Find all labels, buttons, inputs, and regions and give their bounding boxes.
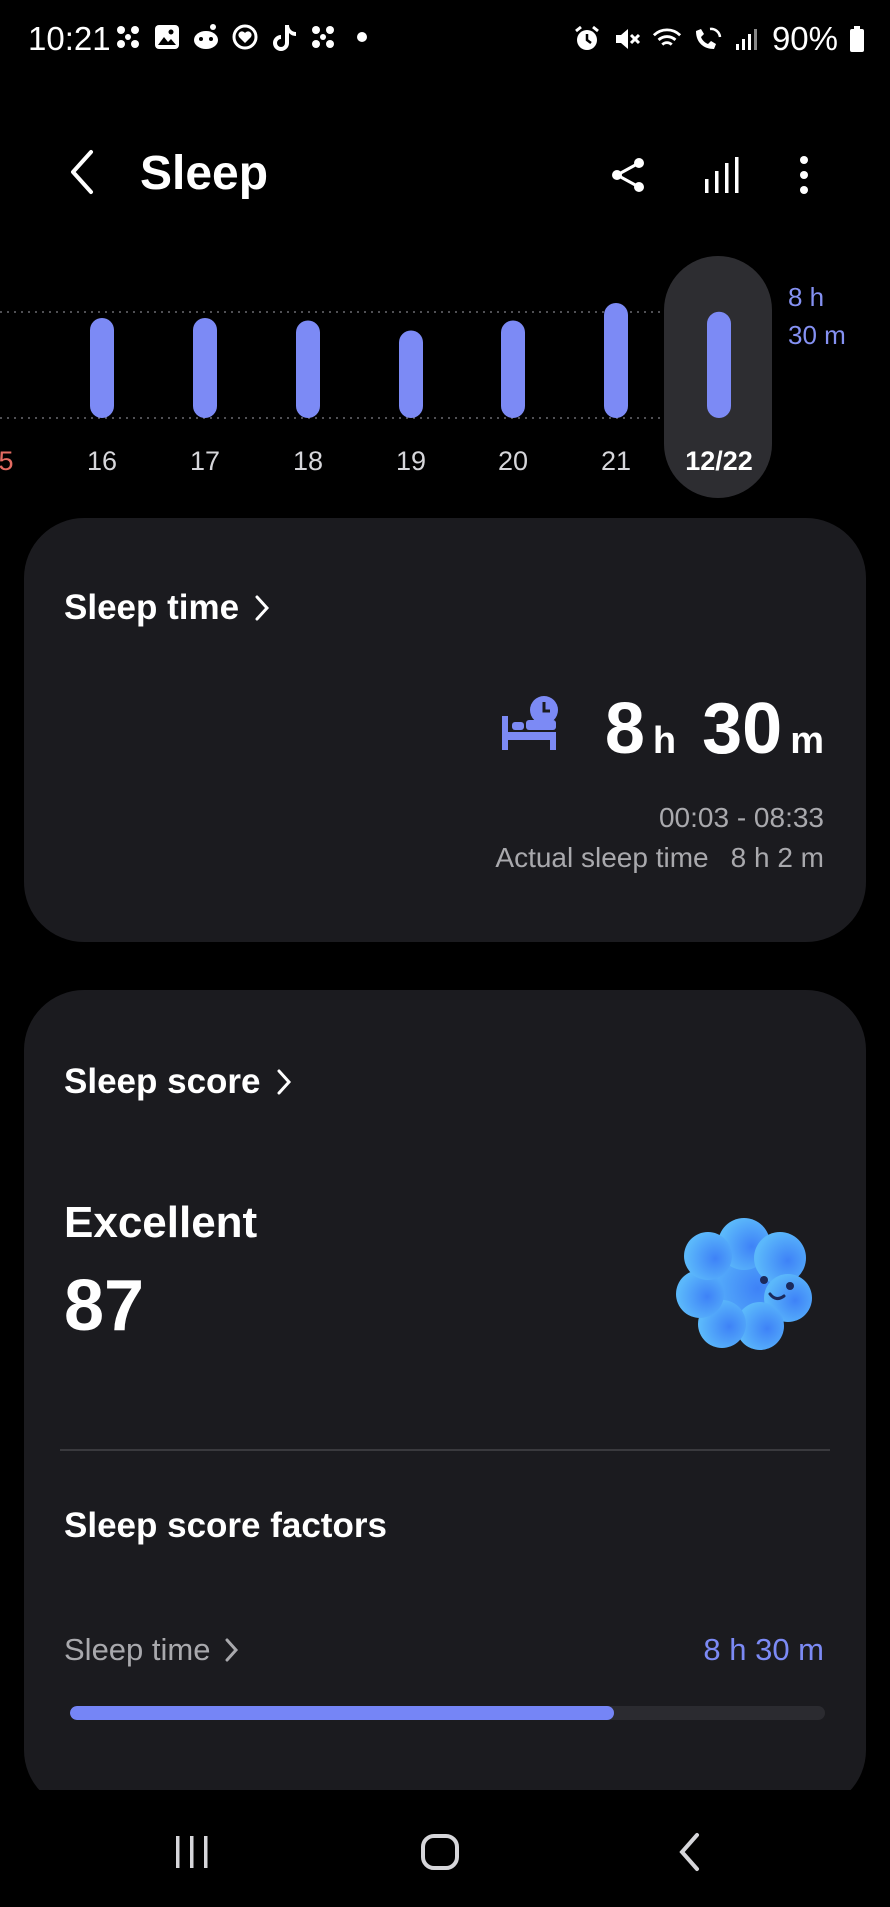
chart-bar[interactable] bbox=[604, 303, 628, 418]
more-options-button[interactable] bbox=[774, 145, 834, 205]
recents-icon bbox=[176, 1836, 208, 1868]
chart-day-label[interactable]: 19 bbox=[396, 446, 426, 476]
factor-sleep-time-link[interactable]: Sleep time bbox=[64, 1632, 240, 1668]
goal-hours: 8 h bbox=[788, 282, 825, 312]
mute-icon bbox=[612, 24, 642, 54]
recent-apps-button[interactable] bbox=[152, 1822, 232, 1882]
status-right-icons: 90% bbox=[572, 20, 866, 58]
back-icon bbox=[679, 1833, 699, 1871]
chart-bar[interactable] bbox=[501, 320, 525, 419]
chart-goal-label: 8 h 30 m bbox=[788, 278, 846, 354]
duration-hours: 8 bbox=[604, 689, 645, 769]
sleep-time-link[interactable]: Sleep time bbox=[64, 588, 271, 628]
duration-minutes-unit: m bbox=[790, 720, 824, 762]
sleep-score-value: 87 bbox=[64, 1266, 145, 1346]
factor-progress-fill bbox=[70, 1706, 614, 1720]
back-button[interactable] bbox=[58, 142, 106, 202]
reddit-icon bbox=[191, 22, 221, 52]
chart-bar[interactable] bbox=[296, 320, 320, 419]
page-title: Sleep bbox=[140, 147, 269, 200]
chart-day-label[interactable]: 12/22 bbox=[685, 446, 753, 476]
dot-icon bbox=[347, 22, 377, 52]
sleep-time-range: 00:03 - 08:33 bbox=[658, 802, 824, 833]
chevron-right-icon bbox=[255, 595, 270, 621]
tiktok-icon bbox=[269, 22, 299, 52]
sleep-score-rating: Excellent bbox=[64, 1198, 258, 1247]
heart-circle-icon bbox=[230, 22, 260, 52]
chart-bar[interactable] bbox=[399, 330, 423, 419]
chart-icon bbox=[705, 157, 739, 193]
duration-minutes: 30 bbox=[702, 689, 783, 769]
home-button[interactable] bbox=[400, 1822, 480, 1882]
goal-minutes: 30 m bbox=[788, 320, 846, 350]
share-icon bbox=[612, 158, 644, 192]
sleep-chart[interactable]: 5 16 17 18 19 20 21 12/22 bbox=[0, 250, 890, 500]
factor-progress-bar bbox=[70, 1706, 825, 1720]
signal-icon bbox=[732, 24, 762, 54]
alarm-icon bbox=[572, 24, 602, 54]
chevron-right-icon bbox=[277, 1069, 291, 1095]
status-left-icons bbox=[113, 22, 377, 52]
actual-sleep-value: 8 h 2 m bbox=[730, 842, 824, 873]
wifi-call-icon bbox=[692, 24, 722, 54]
home-icon bbox=[421, 1834, 459, 1870]
chart-day-label[interactable]: 20 bbox=[498, 446, 528, 476]
chart-day-label[interactable]: 21 bbox=[601, 446, 631, 476]
chart-day-label[interactable]: 5 bbox=[0, 446, 14, 476]
factor-sleep-time-value: 8 h 30 m bbox=[703, 1632, 824, 1667]
actual-sleep-label: Actual sleep time bbox=[495, 842, 709, 873]
smiling-cloud-icon bbox=[672, 1212, 816, 1361]
factor-sleep-time-label: Sleep time bbox=[64, 1632, 211, 1667]
fan-icon bbox=[113, 22, 143, 52]
duration-hours-unit: h bbox=[652, 720, 677, 762]
gallery-icon bbox=[152, 22, 182, 52]
bed-clock-icon bbox=[500, 694, 560, 757]
chart-day-label[interactable]: 17 bbox=[190, 446, 220, 476]
chart-bar[interactable] bbox=[707, 311, 731, 418]
sleep-duration: 8 h 30 m bbox=[605, 688, 824, 770]
sleep-score-title: Sleep score bbox=[64, 1062, 261, 1101]
sleep-score-link[interactable]: Sleep score bbox=[64, 1062, 293, 1102]
score-factors-title: Sleep score factors bbox=[64, 1506, 387, 1545]
chevron-left-icon bbox=[71, 150, 93, 194]
chart-bar[interactable] bbox=[193, 318, 217, 418]
actual-sleep-row: Actual sleep time 8 h 2 m bbox=[495, 842, 824, 874]
chart-day-label[interactable]: 18 bbox=[293, 446, 323, 476]
card-divider bbox=[60, 1449, 830, 1451]
more-icon bbox=[800, 156, 808, 194]
nav-back-button[interactable] bbox=[650, 1822, 730, 1882]
chevron-right-icon bbox=[225, 1638, 239, 1662]
fan-icon bbox=[308, 22, 338, 52]
chart-bar[interactable] bbox=[90, 318, 114, 418]
status-time: 10:21 bbox=[28, 20, 111, 57]
share-button[interactable] bbox=[598, 145, 658, 205]
battery-icon bbox=[848, 24, 866, 54]
battery-percent: 90% bbox=[771, 20, 838, 57]
chart-day-label[interactable]: 16 bbox=[87, 446, 117, 476]
sleep-score-card[interactable] bbox=[24, 990, 866, 1810]
stats-button[interactable] bbox=[692, 145, 752, 205]
wifi-icon bbox=[652, 24, 682, 54]
sleep-time-title: Sleep time bbox=[64, 588, 240, 627]
